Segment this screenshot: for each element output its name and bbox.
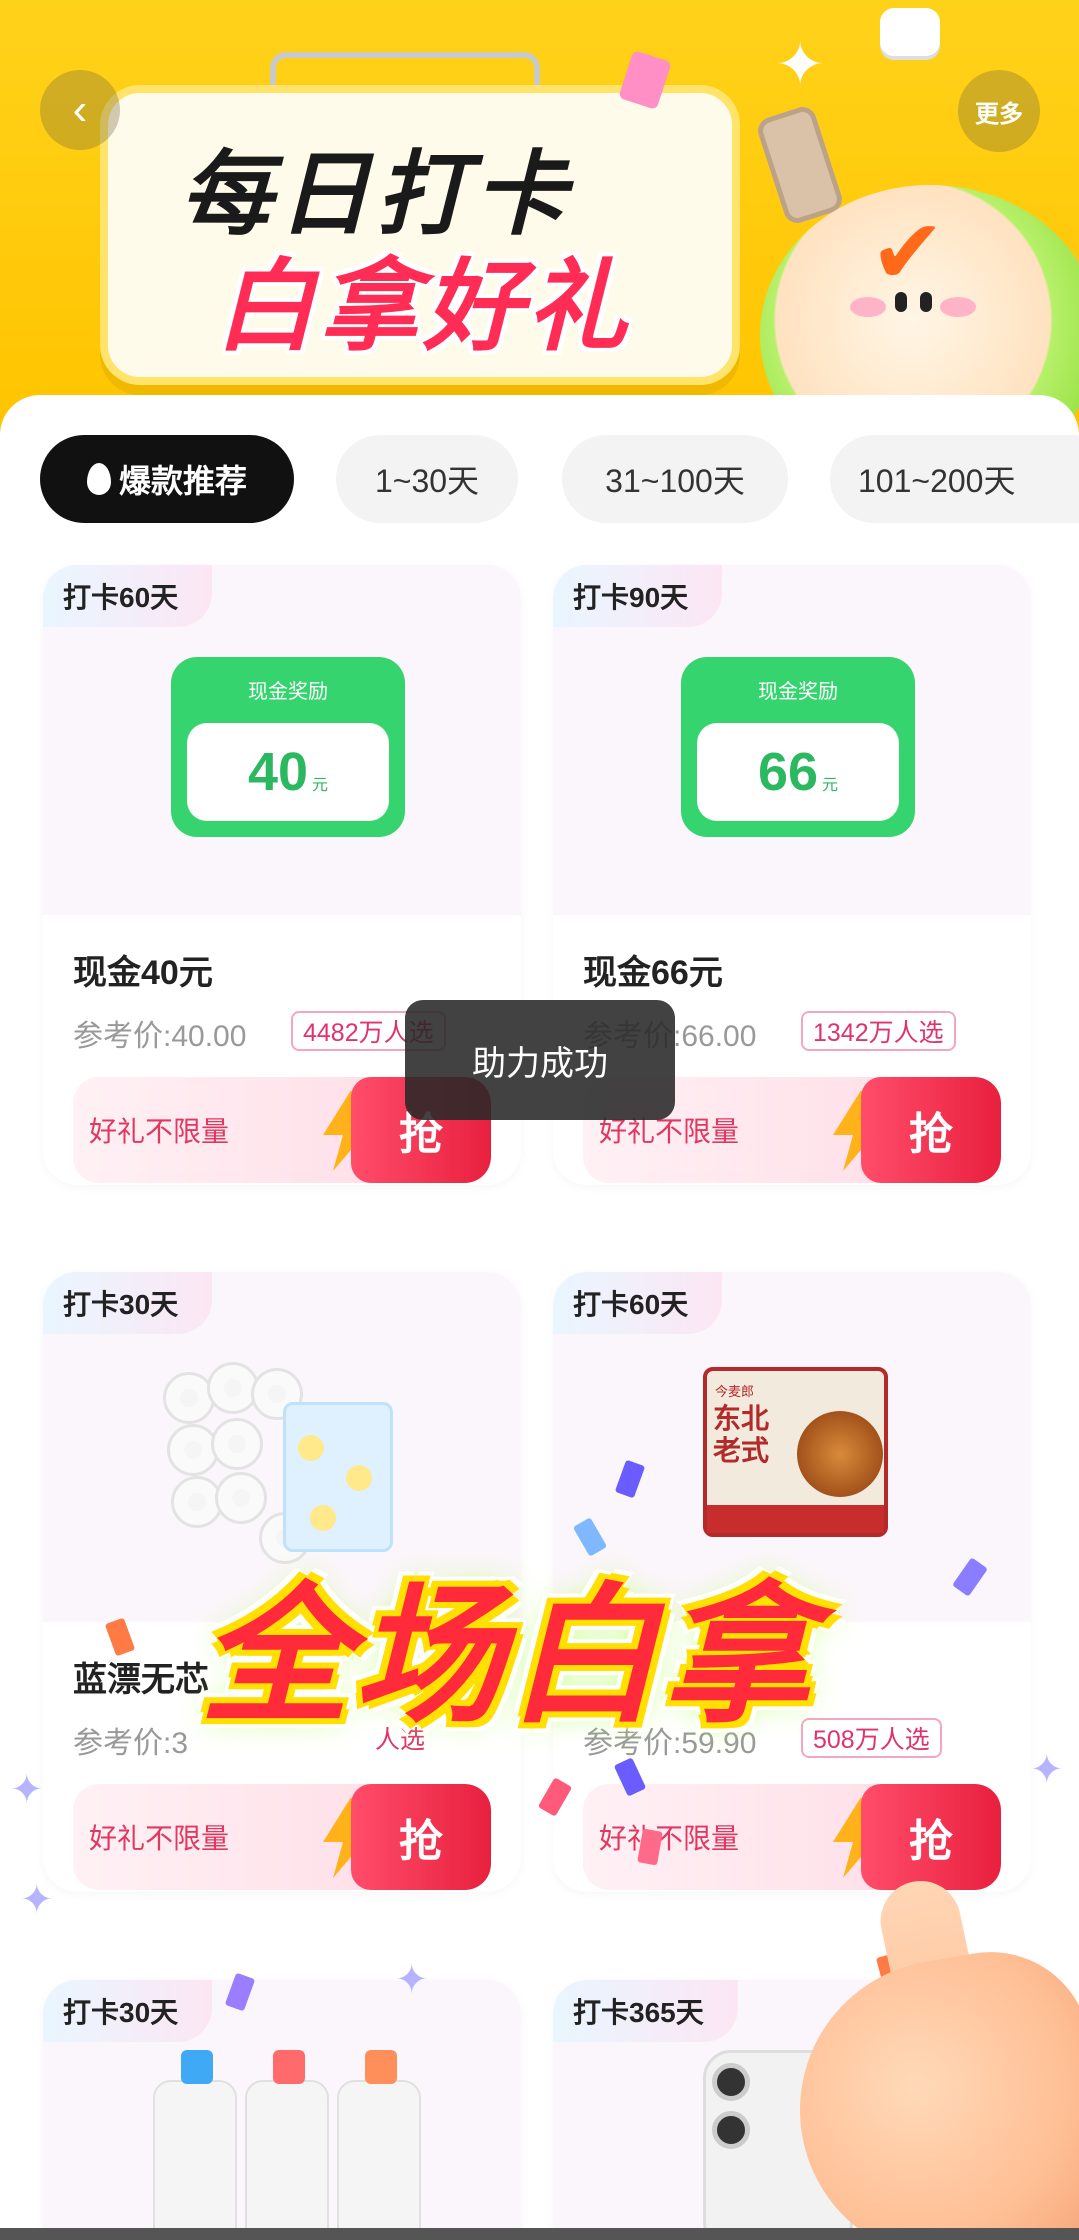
cash-amount: 40 xyxy=(247,742,309,802)
grab-button[interactable]: 抢 xyxy=(351,1784,491,1890)
checkin-days-badge: 打卡60天 xyxy=(553,1272,723,1334)
mascot-eye xyxy=(920,292,932,312)
more-button[interactable]: 更多 xyxy=(958,70,1040,152)
sparkle-icon: ✦ xyxy=(395,1958,429,2002)
chevron-left-icon: ‹ xyxy=(72,85,88,134)
tissue-pack xyxy=(283,1402,393,1552)
cash-amount-box: 66 元 xyxy=(697,723,899,821)
tab-1-30-days[interactable]: 1~30天 xyxy=(336,435,518,523)
sparkle-icon: ✦ xyxy=(10,1768,44,1812)
checkin-days-badge: 打卡30天 xyxy=(43,1980,213,2042)
tab-label: 101~200天 xyxy=(858,463,1016,499)
grab-button[interactable]: 抢 xyxy=(861,1077,1001,1183)
grab-label: 好礼不限量 xyxy=(89,1116,230,1147)
product-card[interactable]: 打卡30天 xyxy=(43,1980,521,2240)
checkin-days-badge: 打卡365天 xyxy=(553,1980,738,2042)
selection-count-badge: 1342万人选 xyxy=(801,1011,956,1051)
cash-reward-title: 现金奖励 xyxy=(758,681,838,703)
noodle-product-image: 今麦郎 东北老式 xyxy=(703,1367,888,1537)
cash-amount: 66 xyxy=(757,742,819,802)
sparkle-icon: ✦ xyxy=(1030,1748,1064,1792)
grab-label: 好礼不限量 xyxy=(599,1823,740,1854)
tab-label: 爆款推荐 xyxy=(118,463,247,499)
product-name: 现金66元 xyxy=(583,954,723,992)
grab-button[interactable]: 抢 xyxy=(861,1784,1001,1890)
checkin-days-badge: 打卡60天 xyxy=(43,565,213,627)
reference-price: 参考价:40.00 xyxy=(73,1020,247,1053)
detergent-product-image xyxy=(153,2040,433,2240)
cash-reward-box: 现金奖励 40 元 xyxy=(171,657,405,837)
reference-price: 参考价:3 xyxy=(73,1727,189,1760)
grab-label: 好礼不限量 xyxy=(89,1823,230,1854)
phone-decoration-icon xyxy=(754,103,846,227)
checkin-days-badge: 打卡90天 xyxy=(553,565,723,627)
product-package-title: 东北老式 xyxy=(713,1403,770,1466)
product-brand: 今麦郎 xyxy=(715,1384,755,1399)
grab-bar[interactable]: 好礼不限量 抢 xyxy=(73,1784,491,1890)
tab-31-100-days[interactable]: 31~100天 xyxy=(562,435,788,523)
cash-reward-title: 现金奖励 xyxy=(248,681,328,703)
tab-label: 1~30天 xyxy=(374,463,480,499)
cash-unit: 元 xyxy=(312,777,329,794)
tab-101-200-days[interactable]: 101~200天 xyxy=(830,435,1079,523)
noodle-bowl xyxy=(797,1411,883,1497)
cash-amount-box: 40 元 xyxy=(187,723,389,821)
toast-message: 助力成功 xyxy=(405,1000,675,1120)
sparkle-icon: ✦ xyxy=(20,1878,54,1922)
promo-overlay-text: 全场白拿 xyxy=(200,1572,817,1740)
selection-count-badge: 508万人选 xyxy=(801,1718,942,1758)
crown-doodle-icon: ✦ xyxy=(775,31,826,98)
bottom-edge-bar xyxy=(0,2228,1079,2240)
package-ribbon xyxy=(707,1505,884,1533)
product-name: 现金40元 xyxy=(73,954,213,992)
header-banner: ✦ 每日打卡 白拿好礼 ✔ xyxy=(0,0,1079,430)
cash-unit: 元 xyxy=(822,777,839,794)
tab-label: 31~100天 xyxy=(605,463,745,499)
cash-reward-box: 现金奖励 66 元 xyxy=(681,657,915,837)
banner-subtitle: 白拿好礼 xyxy=(215,251,631,363)
back-button[interactable]: ‹ xyxy=(40,70,120,150)
checkin-days-badge: 打卡30天 xyxy=(43,1272,213,1334)
flame-icon xyxy=(86,463,111,495)
mascot-blush xyxy=(850,297,886,317)
mascot-blush xyxy=(940,297,976,317)
earbuds-icon xyxy=(880,8,940,56)
checkmark-icon: ✔ xyxy=(870,203,946,303)
tab-hot-recommend[interactable]: 爆款推荐 xyxy=(40,435,294,523)
mascot-eye xyxy=(895,292,907,312)
product-name: 蓝漂无芯 xyxy=(73,1661,209,1699)
